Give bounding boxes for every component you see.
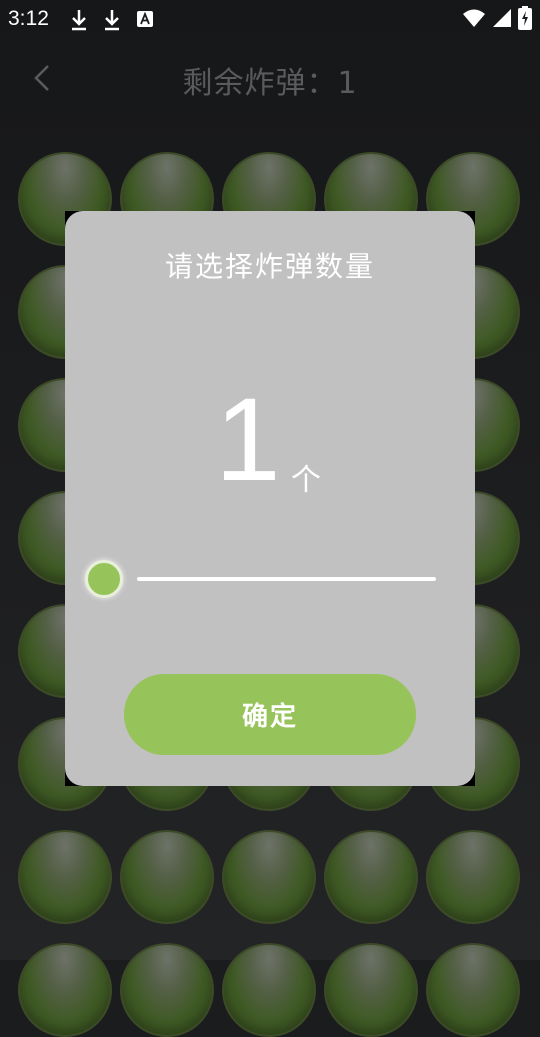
app-screen: 3:12 剩余炸弹：1 请选择炸弹数量 1 个 确定	[0, 0, 540, 1037]
cellular-icon	[493, 9, 511, 27]
bomb-cell[interactable]	[324, 830, 418, 924]
bomb-count-dialog: 请选择炸弹数量 1 个 确定	[65, 211, 475, 786]
bomb-cell[interactable]	[324, 943, 418, 1037]
bomb-cell[interactable]	[18, 830, 112, 924]
bomb-count-slider-thumb[interactable]	[85, 560, 123, 598]
download-icon	[72, 10, 86, 31]
status-time: 3:12	[8, 7, 49, 30]
bomb-count-unit: 个	[291, 463, 321, 498]
status-bar: 3:12	[0, 0, 540, 40]
page-title: 剩余炸弹：1	[182, 66, 358, 101]
download-icon	[105, 10, 119, 31]
bomb-cell[interactable]	[120, 830, 214, 924]
bomb-cell[interactable]	[120, 943, 214, 1037]
battery-charging-icon	[518, 6, 532, 30]
bomb-cell[interactable]	[222, 943, 316, 1037]
bomb-cell[interactable]	[222, 830, 316, 924]
bomb-count-value: 1	[215, 374, 281, 506]
bomb-cell[interactable]	[426, 830, 520, 924]
status-right	[462, 6, 532, 30]
bomb-cell[interactable]	[426, 943, 520, 1037]
text-a-icon	[137, 11, 153, 27]
bomb-cell[interactable]	[18, 943, 112, 1037]
dialog-title: 请选择炸弹数量	[164, 250, 375, 283]
wifi-icon	[463, 9, 485, 27]
bomb-count-slider-track[interactable]	[137, 577, 436, 581]
confirm-button[interactable]: 确定	[124, 674, 416, 755]
